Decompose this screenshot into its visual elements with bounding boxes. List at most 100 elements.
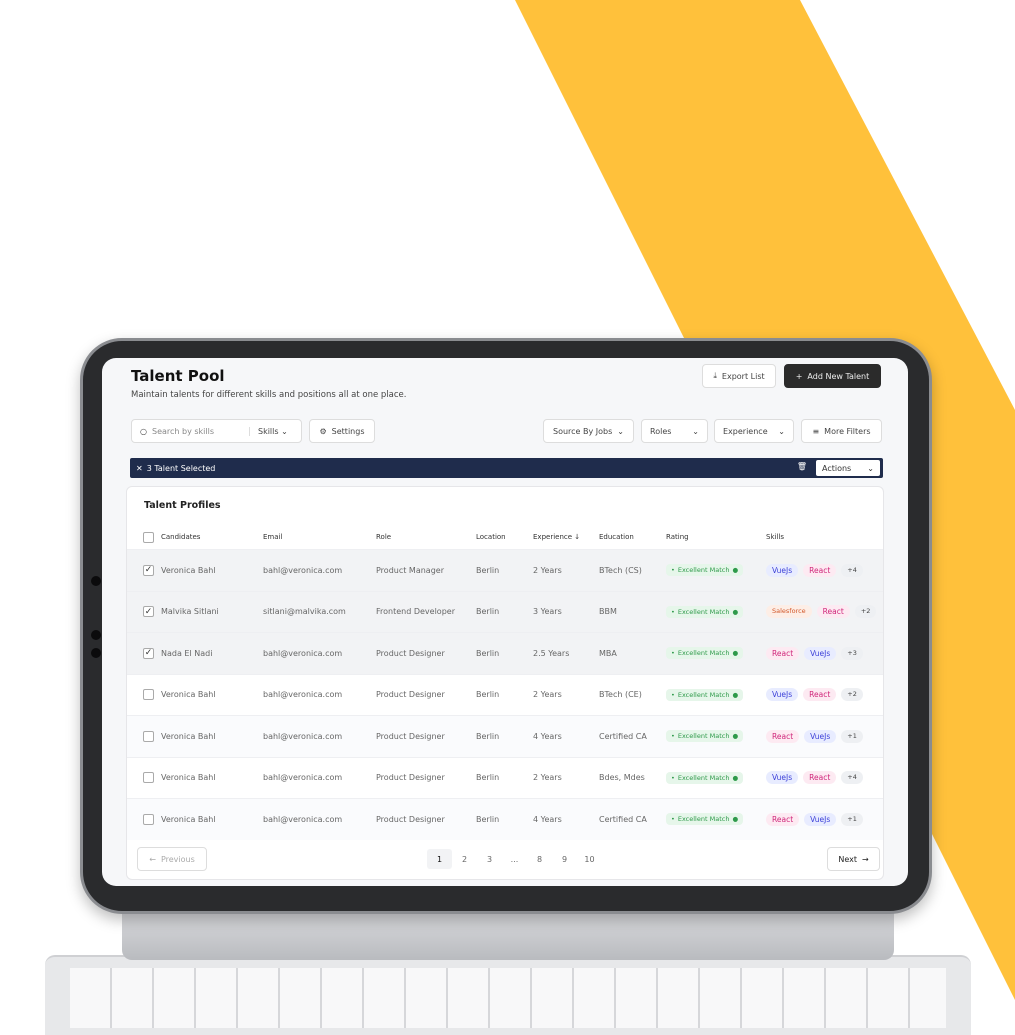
add-new-talent-button[interactable]: + Add New Talent [784, 364, 881, 388]
page-title: Talent Pool [131, 367, 225, 385]
page-ellipsis: ... [510, 854, 519, 864]
experience: 2 Years [533, 773, 562, 783]
select-all-checkbox[interactable] [143, 531, 154, 543]
experience: 4 Years [533, 731, 562, 741]
close-icon[interactable]: ✕ [136, 464, 143, 473]
column-header: Rating [666, 533, 689, 541]
table-row[interactable]: ✓ Veronica Bahl bahl@veronica.com Produc… [127, 549, 883, 591]
settings-button[interactable]: ⚙ Settings [309, 419, 375, 443]
roles-dropdown[interactable]: Roles ⌄ [641, 419, 708, 443]
page-9[interactable]: 9 [552, 849, 577, 869]
arrow-right-icon: → [861, 854, 869, 864]
skills-dropdown[interactable]: Skills ⌄ [248, 426, 288, 436]
location: Berlin [476, 607, 500, 617]
education: Certified CA [599, 814, 647, 824]
education: BBM [599, 607, 617, 617]
table-row[interactable]: Veronica Bahl bahl@veronica.com Product … [127, 673, 883, 715]
column-header: Education [599, 533, 634, 541]
trash-icon[interactable]: 🗑 [797, 462, 807, 471]
check-circle-icon: ● [732, 566, 739, 575]
email: sitlani@malvika.com [263, 607, 346, 617]
location: Berlin [476, 648, 500, 658]
email: bahl@veronica.com [263, 773, 343, 783]
page-3[interactable]: 3 [477, 849, 502, 869]
row-checkbox[interactable]: ✓ [143, 606, 154, 618]
page-8[interactable]: 8 [527, 849, 552, 869]
email: bahl@veronica.com [263, 648, 343, 658]
experience: 2.5 Years [533, 648, 570, 658]
skills-list: React VueJs +1 [766, 812, 868, 826]
email: bahl@veronica.com [263, 565, 343, 575]
more-skills-badge: +1 [841, 729, 863, 743]
location: Berlin [476, 814, 500, 824]
camera-icon [91, 648, 101, 658]
page-1[interactable]: 1 [427, 849, 452, 869]
previous-button[interactable]: ← Previous [137, 847, 207, 871]
next-button[interactable]: Next → [827, 847, 880, 871]
skill-tag: React [766, 812, 800, 826]
download-icon: ⤓ [713, 371, 717, 380]
rating-badge: • Excellent Match ● [666, 813, 744, 826]
candidate-name: Veronica Bahl [161, 731, 216, 741]
skill-tag: VueJs [804, 729, 837, 743]
page-10[interactable]: 10 [577, 849, 602, 869]
experience-dropdown[interactable]: Experience ⌄ [714, 419, 794, 443]
search-input[interactable]: ○ Search by skills Skills ⌄ [131, 419, 302, 443]
education: Certified CA [599, 731, 647, 741]
location: Berlin [476, 565, 500, 575]
source-by-jobs-dropdown[interactable]: Source By Jobs ⌄ [543, 419, 634, 443]
row-checkbox[interactable] [143, 730, 154, 742]
table-row[interactable]: ✓ Malvika Sitlani sitlani@malvika.com Fr… [127, 590, 883, 632]
candidate-name: Nada El Nadi [161, 648, 213, 658]
check-circle-icon: ● [732, 607, 739, 616]
role: Product Designer [376, 731, 445, 741]
skill-tag: Salesforce [766, 605, 812, 619]
column-header[interactable]: Experience ↓ [533, 533, 580, 541]
more-skills-badge: +3 [841, 646, 863, 660]
row-checkbox[interactable] [143, 772, 154, 784]
page-2[interactable]: 2 [452, 849, 477, 869]
row-checkbox[interactable] [143, 813, 154, 825]
candidate-name: Veronica Bahl [161, 565, 216, 575]
row-checkbox[interactable]: ✓ [143, 647, 154, 659]
role: Product Designer [376, 773, 445, 783]
skills-list: VueJs React +4 [766, 771, 868, 785]
chevron-down-icon: ⌄ [692, 426, 699, 436]
column-header: Candidates [161, 533, 201, 541]
skill-tag: VueJs [804, 646, 837, 660]
skill-tag: React [803, 771, 837, 785]
row-checkbox[interactable]: ✓ [143, 564, 154, 576]
table-row[interactable]: Veronica Bahl bahl@veronica.com Product … [127, 798, 883, 840]
rating-badge: • Excellent Match ● [666, 771, 744, 784]
row-checkbox[interactable] [143, 689, 154, 701]
skills-list: Salesforce React +2 [766, 605, 881, 619]
check-circle-icon: ● [732, 815, 739, 824]
check-circle-icon: ● [732, 649, 739, 658]
education: MBA [599, 648, 617, 658]
table-row[interactable]: Veronica Bahl bahl@veronica.com Product … [127, 756, 883, 798]
role: Product Manager [376, 565, 444, 575]
email: bahl@veronica.com [263, 690, 343, 700]
education: BTech (CS) [599, 565, 642, 575]
experience: 2 Years [533, 690, 562, 700]
table-row[interactable]: Veronica Bahl bahl@veronica.com Product … [127, 715, 883, 757]
chevron-down-icon: ⌄ [617, 426, 624, 436]
selection-bar: ✕ 3 Talent Selected 🗑 Actions ⌄ [130, 458, 883, 478]
rating-badge: • Excellent Match ● [666, 647, 744, 660]
table-row[interactable]: ✓ Nada El Nadi bahl@veronica.com Product… [127, 632, 883, 674]
location: Berlin [476, 731, 500, 741]
check-circle-icon: ● [732, 690, 739, 699]
more-skills-badge: +2 [841, 688, 863, 702]
column-header: Skills [766, 533, 784, 541]
more-filters-button[interactable]: ≡ More Filters [801, 419, 882, 443]
check-circle-icon: ● [732, 773, 739, 782]
actions-dropdown[interactable]: Actions ⌄ [816, 460, 880, 476]
more-skills-badge: +2 [854, 605, 877, 619]
page-subtitle: Maintain talents for different skills an… [131, 390, 407, 400]
more-skills-badge: +1 [841, 812, 863, 826]
export-list-button[interactable]: ⤓ Export List [702, 364, 776, 388]
column-header: Email [263, 533, 283, 541]
skills-list: VueJs React +4 [766, 563, 868, 577]
skills-list: React VueJs +3 [766, 646, 868, 660]
skill-tag: React [766, 646, 800, 660]
